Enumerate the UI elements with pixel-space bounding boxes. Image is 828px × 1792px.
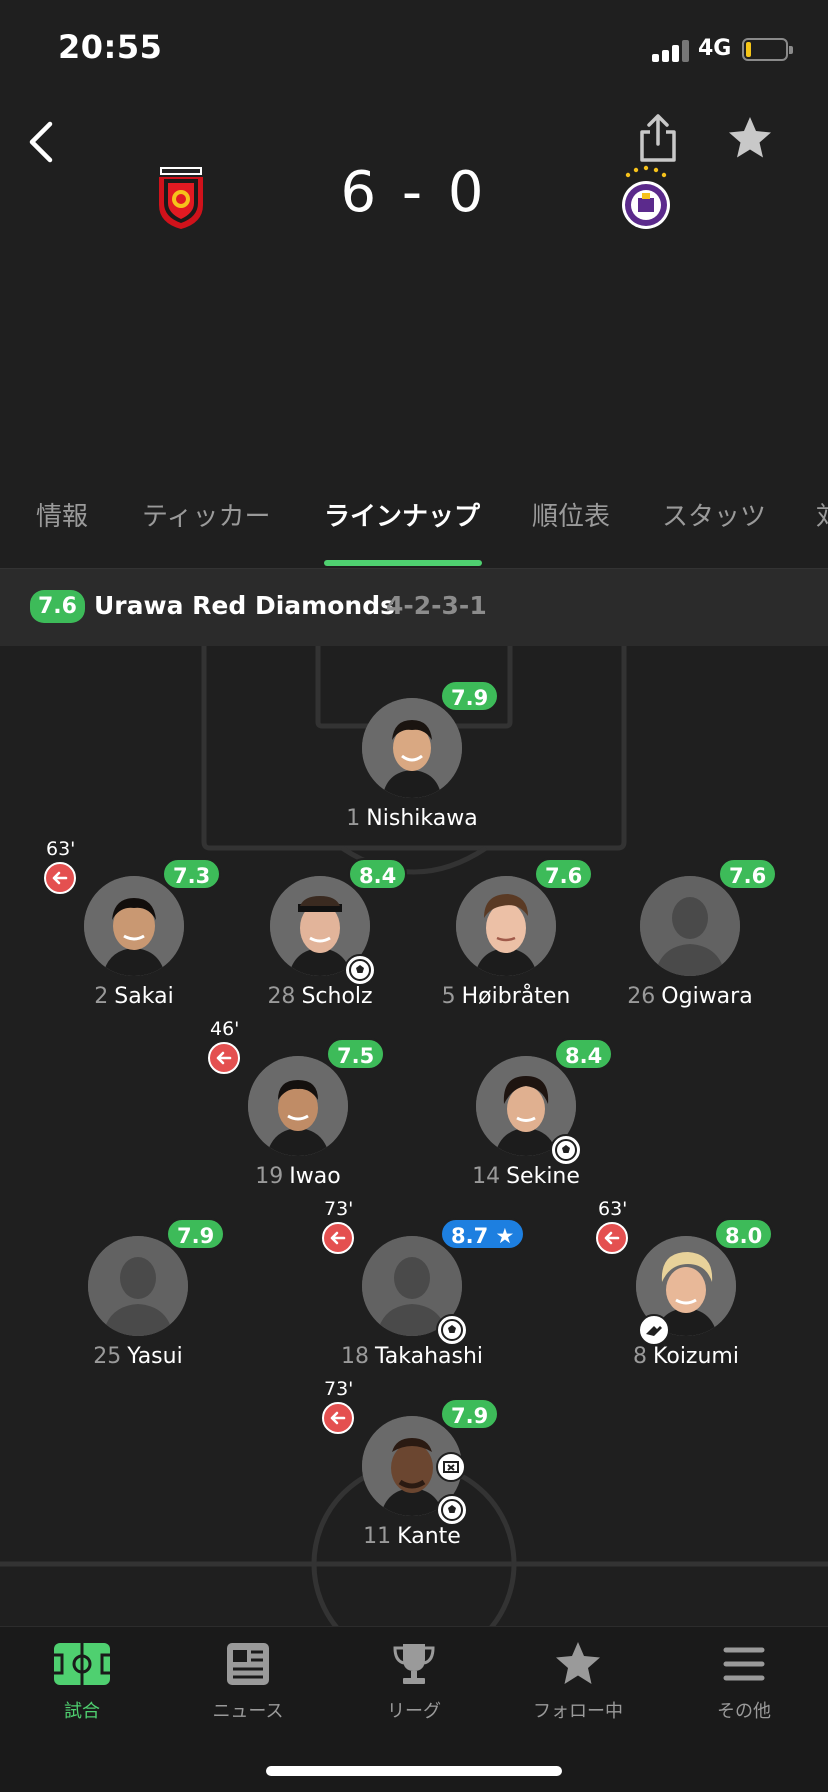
player-rating-badge: 8.0 [714,1218,774,1250]
team-header: 7.6 Urawa Red Diamonds 4-2-3-1 [0,568,828,646]
chevron-left-icon [29,121,53,163]
assist-boot-icon [638,1314,670,1346]
goal-ball-icon [436,1494,468,1526]
battery-icon [742,38,793,61]
substitution-minute: 73' [324,1378,354,1400]
network-type: 4G [698,36,732,61]
player-rating-badge: 7.9 [440,1398,500,1430]
star-icon [556,1642,600,1684]
player-hoibraten[interactable]: 7.6 5 Høibråten [416,858,596,1009]
player-rating-badge: 7.6 [534,858,594,890]
player-name: 1 Nishikawa [346,806,478,831]
sub-off-icon [322,1402,354,1434]
player-name: 19 Iwao [255,1164,341,1189]
active-tab-indicator [324,560,482,566]
player-rating-badge: 7.9 [166,1218,226,1250]
tab-standings[interactable]: 順位表 [532,496,610,533]
news-icon [227,1643,269,1685]
nav-more[interactable]: その他 [674,1641,814,1723]
nav-news[interactable]: ニュース [178,1641,318,1723]
home-team-crest-icon[interactable] [156,165,206,231]
player-photo [362,698,462,798]
player-rating-badge: 8.4 [554,1038,614,1070]
lineup-pitch: 7.9 1 Nishikawa 63' 7.3 2 Sakai 8.4 28 Scho… [0,646,828,1626]
team-name: Urawa Red Diamonds [94,591,395,620]
sub-off-icon [44,862,76,894]
player-sekine[interactable]: 8.4 14 Sekine [436,1038,616,1189]
favorite-button[interactable] [726,114,774,162]
player-rating-badge: 8.4 [348,858,408,890]
sub-off-icon [208,1042,240,1074]
player-koizumi[interactable]: 63' 8.0 8 Koizumi [596,1198,776,1369]
status-time: 20:55 [58,28,163,66]
player-photo [248,1056,348,1156]
goal-ball-icon [436,1314,468,1346]
match-screen: 20:55 4G 6 - 0 情報 ティッカー ラインナップ 順位表 スタッツ … [0,0,828,1792]
star-icon [729,117,771,158]
team-formation: 4-2-3-1 [386,591,487,620]
goal-ball-icon [344,954,376,986]
substitution-minute: 46' [210,1018,240,1040]
substitution-minute: 63' [598,1198,628,1220]
player-name: 18 Takahashi [340,1344,484,1369]
player-name: 8 Koizumi [633,1344,739,1369]
share-icon [640,114,676,162]
back-button[interactable] [22,118,62,166]
tab-info[interactable]: 情報 [36,496,88,533]
sub-off-icon [596,1222,628,1254]
match-score: 6 - 0 [340,160,488,225]
player-rating-badge: 7.6 [718,858,778,890]
goal-ball-icon [550,1134,582,1166]
sub-off-icon [322,1222,354,1254]
nav-label: その他 [717,1701,771,1722]
trophy-icon [393,1644,435,1684]
nav-leagues[interactable]: リーグ [344,1641,484,1723]
share-button[interactable] [636,112,680,164]
player-sakai[interactable]: 63' 7.3 2 Sakai [44,838,224,1009]
player-rating-badge: 7.9 [440,680,500,712]
player-name: 14 Sekine [472,1164,580,1189]
nav-label: リーグ [387,1701,441,1722]
team-rating-badge: 7.6 [30,590,85,623]
player-name: 25 Yasui [93,1344,183,1369]
match-tabs: 情報 ティッカー ラインナップ 順位表 スタッツ 対 [0,496,828,568]
tab-ticker[interactable]: ティッカー [142,496,270,533]
player-name: 26 Ogiwara [627,984,753,1009]
player-scholz[interactable]: 8.4 28 Scholz [230,858,410,1009]
motm-rating-badge: 8.7 ★ [440,1218,526,1250]
nav-label: フォロー中 [533,1701,623,1722]
nav-label: ニュース [212,1701,284,1722]
tab-head-to-head[interactable]: 対 [816,496,828,533]
player-photo-placeholder [88,1236,188,1336]
player-nishikawa[interactable]: 7.9 1 Nishikawa [322,680,502,831]
player-rating-badge: 7.5 [326,1038,386,1070]
menu-icon [723,1647,765,1681]
away-team-crest-icon[interactable] [618,165,674,231]
player-kante[interactable]: 73' 7.9 11 Kante [322,1378,502,1549]
player-rating-badge: 7.3 [162,858,222,890]
player-name: 11 Kante [363,1524,461,1549]
player-yasui[interactable]: 7.9 25 Yasui [48,1218,228,1369]
player-iwao[interactable]: 46' 7.5 19 Iwao [208,1018,388,1189]
missed-penalty-icon [436,1452,466,1482]
player-takahashi[interactable]: 73' 8.7 ★ 18 Takahashi [322,1198,526,1369]
tab-lineup[interactable]: ラインナップ [324,496,480,533]
player-photo [84,876,184,976]
pitch-icon [54,1643,110,1685]
substitution-minute: 63' [46,838,76,860]
signal-icon [652,40,692,62]
player-photo-placeholder [640,876,740,976]
nav-label: 試合 [64,1701,100,1722]
player-photo [456,876,556,976]
tab-stats[interactable]: スタッツ [662,496,766,533]
nav-following[interactable]: フォロー中 [508,1641,648,1723]
home-indicator[interactable] [266,1766,562,1776]
nav-matches[interactable]: 試合 [12,1641,152,1723]
substitution-minute: 73' [324,1198,354,1220]
player-ogiwara[interactable]: 7.6 26 Ogiwara [600,858,780,1009]
